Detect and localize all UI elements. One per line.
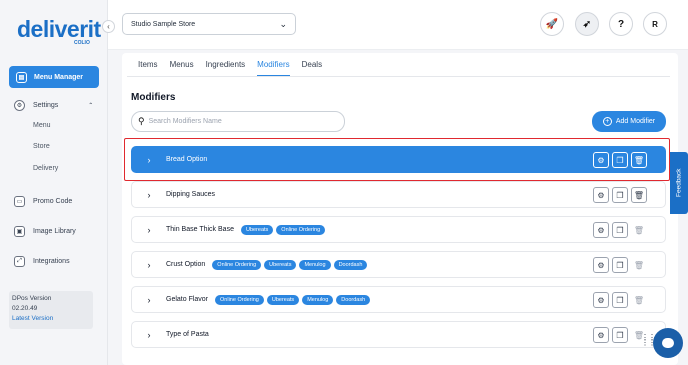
tab-ingredients[interactable]: Ingredients (206, 60, 246, 76)
tab-menus[interactable]: Menus (170, 60, 194, 76)
modifier-row[interactable]: › Type of Pasta ⚙ ❐ 🗑 (131, 321, 666, 348)
chevron-right-icon[interactable]: › (132, 190, 166, 200)
sidebar-item-settings[interactable]: ⚙ Settings ⌃ (14, 100, 93, 111)
copy-icon[interactable]: ❐ (612, 327, 628, 343)
gear-icon[interactable]: ⚙ (593, 222, 609, 238)
sidebar-item-label: Settings (33, 102, 59, 109)
chevron-right-icon[interactable]: › (132, 260, 166, 270)
sidebar-item-label: Integrations (33, 258, 70, 265)
version-label: DPos Version (12, 295, 52, 302)
user-avatar[interactable]: R (643, 12, 667, 36)
modifier-row[interactable]: › Dipping Sauces ⚙ ❐ 🗑 (131, 181, 666, 208)
chevron-up-icon: ⌃ (88, 103, 94, 109)
sidebar-collapse-button[interactable]: ‹ (102, 20, 115, 33)
tab-modifiers[interactable]: Modifiers (257, 60, 290, 76)
plus-icon: + (602, 117, 612, 126)
main-card (122, 53, 678, 365)
channel-badge: Ubereats (266, 294, 300, 305)
store-select-value: Studio Sample Store (131, 20, 196, 28)
feedback-tab[interactable]: Feedback (670, 152, 688, 214)
version-number: 02.20.49 (12, 305, 38, 312)
channel-badge: Menulog (302, 294, 334, 305)
gear-icon[interactable]: ⚙ (593, 187, 609, 203)
trash-icon[interactable]: 🗑 (631, 152, 647, 168)
channel-badge: Ubereats (240, 224, 274, 235)
sidebar-item-image-library[interactable]: ▣ Image Library (14, 226, 76, 237)
add-modifier-button[interactable]: + Add Modifier (592, 111, 666, 132)
channel-badge: Doordash (336, 294, 371, 305)
channel-badge: Online Ordering (215, 294, 264, 305)
gear-icon[interactable]: ⚙ (593, 152, 609, 168)
modifier-name: Crust Option (166, 261, 206, 268)
brand-logo[interactable]: deliverit (17, 16, 101, 43)
trash-icon[interactable]: 🗑 (631, 257, 647, 273)
search-icon: ⚲ (138, 116, 145, 126)
tab-bar: Items Menus Ingredients Modifiers Deals (138, 60, 322, 76)
modifier-row[interactable]: › Crust Option Online Ordering Ubereats … (131, 251, 666, 278)
sidebar-subitem-menu[interactable]: Menu (33, 122, 51, 129)
gear-icon[interactable]: ⚙ (593, 292, 609, 308)
add-modifier-label: Add Modifier (615, 118, 656, 125)
chevron-right-icon[interactable]: › (132, 155, 166, 165)
rocket-outline-icon[interactable]: ➶ (575, 12, 599, 36)
modifier-name: Thin Base Thick Base (166, 226, 234, 233)
sidebar-item-promo-code[interactable]: ▭ Promo Code (14, 196, 72, 207)
trash-icon[interactable]: 🗑 (631, 187, 647, 203)
modifier-row[interactable]: › Thin Base Thick Base Ubereats Online O… (131, 216, 666, 243)
page-title: Modifiers (131, 92, 176, 103)
gear-icon[interactable]: ⚙ (593, 327, 609, 343)
brand-sub: COLIO (74, 40, 90, 46)
sidebar-item-label: Promo Code (33, 198, 73, 205)
chevron-right-icon[interactable]: › (132, 295, 166, 305)
help-icon[interactable]: ? (609, 12, 633, 36)
search-input[interactable]: ⚲ Search Modifiers Name (131, 111, 345, 132)
channel-badge: Online Ordering (276, 224, 326, 235)
modifier-name: Gelato Flavor (166, 296, 209, 303)
modifier-name: Type of Pasta (166, 331, 209, 338)
gear-icon[interactable]: ⚙ (593, 257, 609, 273)
chevron-right-icon[interactable]: › (132, 330, 166, 340)
modifier-row[interactable]: › Bread Option ⚙ ❐ 🗑 (131, 146, 666, 173)
chat-icon (662, 338, 674, 348)
ticket-icon: ▭ (14, 196, 25, 207)
copy-icon[interactable]: ❐ (612, 152, 628, 168)
channel-badge: Online Ordering (212, 259, 262, 270)
sidebar-subitem-store[interactable]: Store (33, 143, 50, 150)
sidebar-item-label: Menu Manager (34, 73, 84, 81)
version-box: DPos Version 02.20.49 Latest Version (9, 291, 93, 329)
tab-deals[interactable]: Deals (302, 60, 322, 76)
modifier-name: Bread Option (166, 156, 208, 163)
channel-badge: Ubereats (264, 259, 297, 270)
sidebar: deliverit COLIO ▤ Menu Manager ⚙ Setting… (0, 0, 108, 365)
copy-icon[interactable]: ❐ (612, 187, 628, 203)
chevron-down-icon: ⌄ (279, 19, 287, 29)
sidebar-item-label: Image Library (33, 228, 76, 235)
search-placeholder: Search Modifiers Name (148, 118, 222, 125)
tab-divider (127, 76, 670, 77)
copy-icon[interactable]: ❐ (612, 257, 628, 273)
trash-icon[interactable]: 🗑 (631, 222, 647, 238)
plug-icon: ⤢ (14, 256, 25, 267)
image-icon: ▣ (14, 226, 25, 237)
sidebar-subitem-delivery[interactable]: Delivery (33, 165, 58, 172)
sidebar-item-integrations[interactable]: ⤢ Integrations (14, 256, 70, 267)
tab-items[interactable]: Items (138, 60, 158, 76)
sidebar-item-menu-manager[interactable]: ▤ Menu Manager (9, 66, 99, 88)
copy-icon[interactable]: ❐ (612, 222, 628, 238)
channel-badge: Menulog (299, 259, 331, 270)
chat-button[interactable] (653, 328, 683, 358)
rocket-icon[interactable]: 🚀 (540, 12, 564, 36)
menu-book-icon: ▤ (16, 71, 27, 83)
gear-icon: ⚙ (14, 100, 25, 111)
trash-icon[interactable]: 🗑 (631, 292, 647, 308)
copy-icon[interactable]: ❐ (612, 292, 628, 308)
chevron-right-icon[interactable]: › (132, 225, 166, 235)
modifier-name: Dipping Sauces (166, 191, 216, 198)
latest-version-link[interactable]: Latest Version (12, 314, 90, 324)
store-select[interactable]: Studio Sample Store ⌄ (122, 13, 296, 35)
modifier-row[interactable]: › Gelato Flavor Online Ordering Ubereats… (131, 286, 666, 313)
channel-badge: Doordash (333, 259, 368, 270)
